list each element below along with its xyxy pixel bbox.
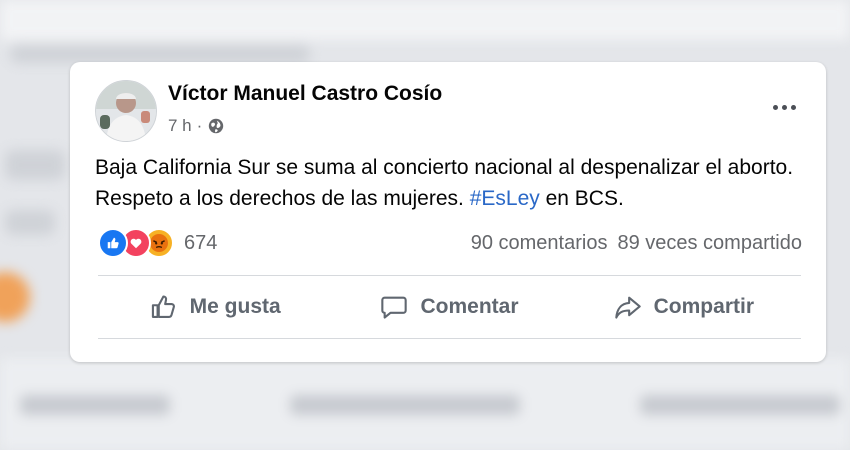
post-time[interactable]: 7 h bbox=[168, 116, 192, 136]
like-button[interactable]: Me gusta bbox=[98, 277, 332, 337]
like-icon bbox=[98, 228, 128, 258]
reaction-count: 674 bbox=[184, 231, 218, 254]
meta-separator: · bbox=[196, 116, 203, 135]
comment-icon bbox=[381, 296, 408, 319]
dot-icon bbox=[790, 104, 796, 110]
globe-icon[interactable] bbox=[207, 117, 225, 135]
divider-bottom bbox=[98, 338, 801, 339]
share-button[interactable]: Compartir bbox=[567, 277, 801, 337]
author-avatar[interactable] bbox=[95, 80, 157, 142]
reactions-summary[interactable]: 674 bbox=[98, 228, 217, 258]
comment-label: Comentar bbox=[420, 295, 519, 318]
post-meta: 7 h · bbox=[168, 116, 225, 136]
share-label: Compartir bbox=[653, 295, 754, 318]
thumbs-up-icon bbox=[151, 295, 175, 318]
author-name[interactable]: Víctor Manuel Castro Cosío bbox=[168, 82, 442, 106]
dot-icon bbox=[781, 104, 787, 110]
post-actions: Me gusta Comentar Compartir bbox=[98, 277, 801, 337]
hashtag-link[interactable]: #EsLey bbox=[470, 187, 540, 210]
share-arrow-icon bbox=[614, 296, 641, 319]
post-text-main: Baja California Sur se suma al concierto… bbox=[95, 156, 794, 210]
facebook-post-card: Víctor Manuel Castro Cosío 7 h · Baja Ca… bbox=[70, 62, 826, 362]
post-text-end: en BCS. bbox=[539, 187, 624, 210]
shares-count[interactable]: 89 veces compartido bbox=[617, 232, 802, 255]
post-text: Baja California Sur se suma al concierto… bbox=[95, 152, 795, 214]
more-options-button[interactable] bbox=[764, 92, 804, 122]
comments-count[interactable]: 90 comentarios bbox=[471, 232, 608, 255]
divider-top bbox=[98, 275, 801, 276]
dot-icon bbox=[772, 104, 778, 110]
post-stats: 90 comentarios 89 veces compartido bbox=[471, 232, 802, 255]
comment-button[interactable]: Comentar bbox=[332, 277, 566, 337]
like-label: Me gusta bbox=[189, 295, 281, 318]
